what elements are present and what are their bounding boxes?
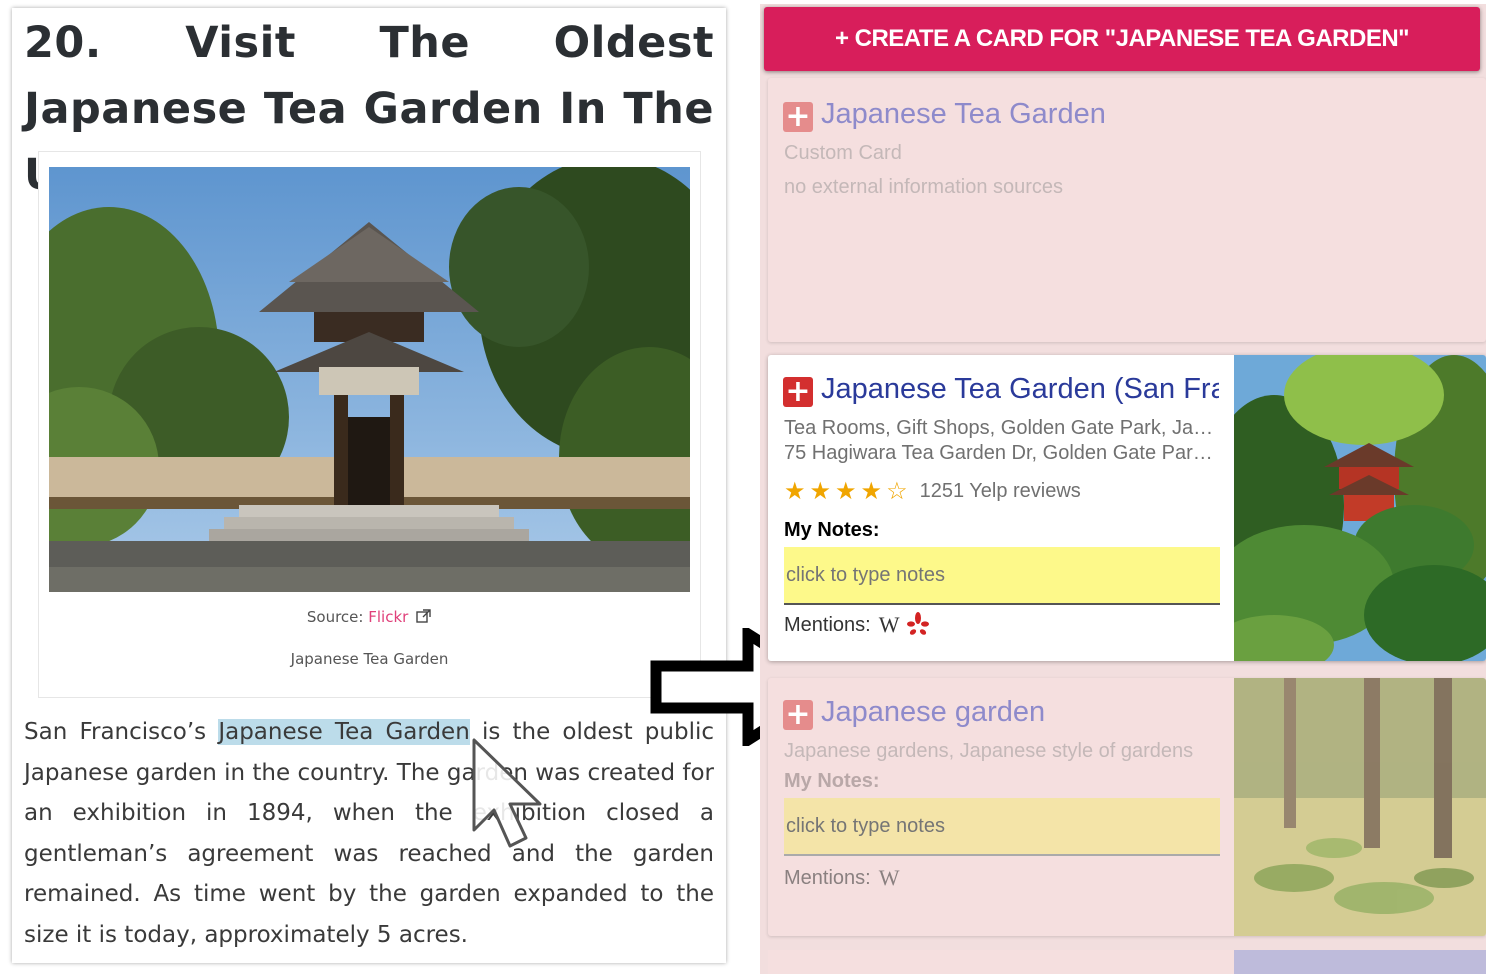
mouse-cursor-icon xyxy=(472,738,542,848)
paragraph-lead: San Francisco’s xyxy=(24,719,219,745)
card-title[interactable]: Japanese garden xyxy=(821,696,1219,729)
next-card-image-edge xyxy=(1234,950,1486,974)
star-filled-icon: ★ xyxy=(835,478,857,505)
review-count[interactable]: 1251 Yelp reviews xyxy=(920,480,1081,503)
notes-field[interactable] xyxy=(784,798,1220,856)
notes-label: My Notes: xyxy=(784,770,880,792)
pagoda-photo xyxy=(1234,355,1486,661)
star-empty-icon: ☆ xyxy=(886,478,908,505)
card-title[interactable]: Japanese Tea Garden (San Francisco) xyxy=(821,373,1219,406)
card-title[interactable]: Japanese Tea Garden xyxy=(821,98,1461,131)
notes-label: My Notes: xyxy=(784,519,880,541)
add-card-icon[interactable]: + xyxy=(783,377,813,407)
wikipedia-icon[interactable]: W xyxy=(879,612,900,638)
card-categories: Tea Rooms, Gift Shops, Golden Gate Park,… xyxy=(784,417,1214,439)
article-figure: Source: Flickr Japanese Tea Garden xyxy=(38,151,701,698)
card-info: no external information sources xyxy=(784,176,1064,198)
highlighted-selection[interactable]: Japanese Tea Garden xyxy=(218,719,470,745)
mentions-label: Mentions: xyxy=(784,866,871,889)
image-caption: Japanese Tea Garden xyxy=(290,650,449,668)
rating-stars: ★ ★ ★ ★ ☆ 1251 Yelp reviews xyxy=(784,477,1081,506)
wiki-card[interactable]: + Japanese garden Japanese gardens, Japa… xyxy=(768,678,1486,936)
tea-garden-photo xyxy=(49,167,690,592)
article-panel: 20. Visit The Oldest Japanese Tea Garden… xyxy=(12,8,726,963)
star-filled-icon: ★ xyxy=(809,478,832,505)
star-filled-icon: ★ xyxy=(784,478,806,505)
moss-garden-photo xyxy=(1234,678,1486,936)
custom-card[interactable]: + Japanese Tea Garden Custom Card no ext… xyxy=(768,78,1486,342)
article-paragraph: San Francisco’s Japanese Tea Garden is t… xyxy=(24,712,714,956)
add-card-icon[interactable]: + xyxy=(783,102,813,132)
mentions-row: Mentions: W xyxy=(784,865,899,891)
card-address: 75 Hagiwara Tea Garden Dr, Golden Gate P… xyxy=(784,442,1214,464)
card-subtitle: Custom Card xyxy=(784,142,902,164)
external-link-icon[interactable] xyxy=(416,609,432,623)
add-card-icon[interactable]: + xyxy=(783,700,813,730)
flickr-link[interactable]: Flickr xyxy=(368,608,408,626)
pagoda-image xyxy=(1234,355,1486,661)
create-card-button[interactable]: + CREATE A CARD FOR "JAPANESE TEA GARDEN… xyxy=(764,7,1480,71)
moss-garden-image xyxy=(1234,678,1486,936)
wikipedia-icon[interactable]: W xyxy=(879,865,900,891)
image-source: Source: Flickr xyxy=(39,608,700,626)
tea-garden-gate-image xyxy=(49,167,690,592)
yelp-card[interactable]: + Japanese Tea Garden (San Francisco) Te… xyxy=(768,355,1486,661)
yelp-icon[interactable] xyxy=(907,612,930,638)
card-categories: Japanese gardens, Japanese style of gard… xyxy=(784,740,1194,762)
mentions-row: Mentions: W xyxy=(784,612,930,638)
mentions-label: Mentions: xyxy=(784,613,871,636)
notes-field[interactable] xyxy=(784,547,1220,605)
source-prefix: Source: xyxy=(306,608,369,626)
paragraph-rest: is the oldest public Japanese garden in … xyxy=(24,719,714,948)
cards-panel: + CREATE A CARD FOR "JAPANESE TEA GARDEN… xyxy=(760,4,1486,974)
star-filled-icon: ★ xyxy=(860,478,883,505)
